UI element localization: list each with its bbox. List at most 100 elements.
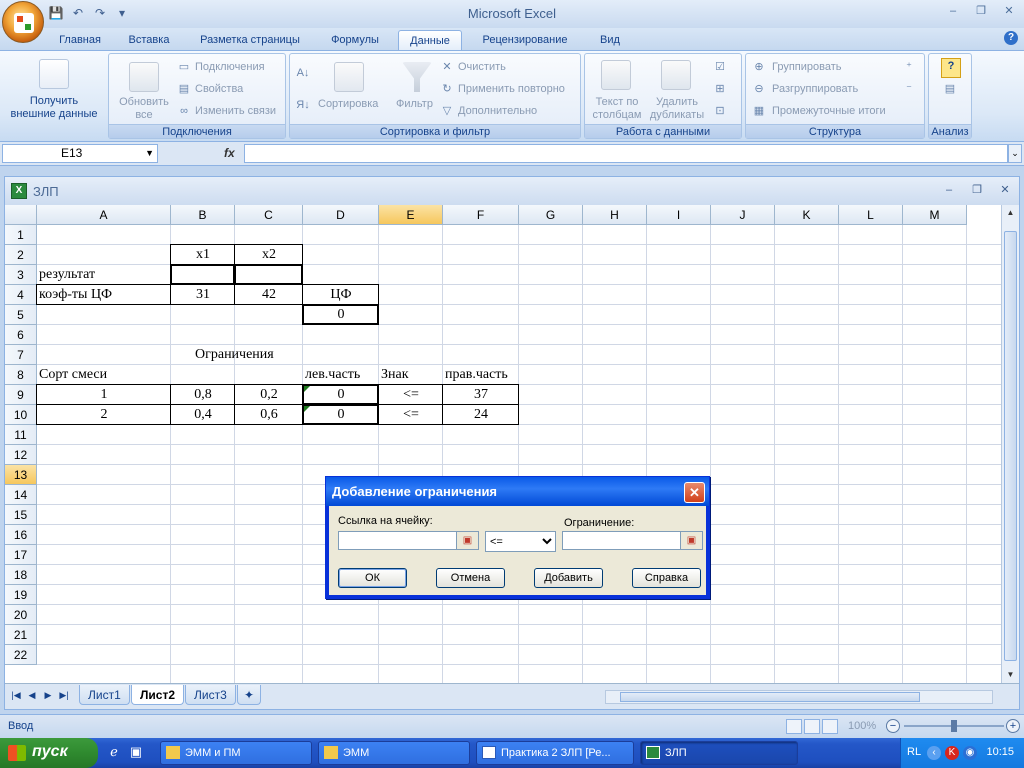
add-button[interactable]: Добавить [534,568,603,588]
refresh-all-button[interactable]: Обновить все [111,96,177,122]
tab-home[interactable]: Главная [50,30,110,50]
sheet-tab-1[interactable]: Лист1 [79,685,130,705]
cell-e8[interactable]: Знак [381,365,409,385]
operator-select[interactable]: <= [485,531,556,552]
cell-ref-collapse-icon[interactable]: ▣ [456,532,478,549]
sheet-tab-3[interactable]: Лист3 [185,685,236,705]
edit-links-button[interactable]: Изменить связи [195,105,276,117]
column-header-f[interactable]: F [443,205,519,225]
hide-detail-icon[interactable]: ⁻ [902,82,916,96]
task-zlp[interactable]: ЗЛП [640,741,798,765]
restore-icon[interactable]: ❐ [974,4,988,18]
zoom-level[interactable]: 100% [848,720,876,732]
filter-button[interactable]: Фильтр [396,98,433,110]
column-header-a[interactable]: A [37,205,171,225]
subtotal-button[interactable]: Промежуточные итоги [772,105,886,117]
row-header-21[interactable]: 21 [5,625,37,645]
get-external-data-button[interactable]: Получить внешние данные [2,95,106,121]
sort-button[interactable]: Сортировка [318,98,378,110]
row-header-9[interactable]: 9 [5,385,37,405]
properties-button[interactable]: Свойства [195,83,243,95]
show-detail-icon[interactable]: ⁺ [902,60,916,74]
scroll-down-icon[interactable]: ▼ [1004,669,1017,681]
reapply-button[interactable]: Применить повторно [458,83,565,95]
tray-arrow-icon[interactable]: ‹ [927,746,941,760]
row-header-7[interactable]: 7 [5,345,37,365]
cell-d9[interactable]: 0 [303,385,379,405]
cell-b9[interactable]: 0,8 [171,385,235,405]
vertical-scroll-thumb[interactable] [1004,231,1017,661]
ungroup-button[interactable]: Разгруппировать [772,83,858,95]
start-button[interactable]: пуск [0,738,98,768]
show-desktop-icon[interactable]: ▣ [128,744,144,760]
row-header-1[interactable]: 1 [5,225,37,245]
constraint-collapse-icon[interactable]: ▣ [680,532,702,549]
zoom-out-icon[interactable]: − [886,719,900,733]
cell-d8[interactable]: лев.часть [305,365,360,385]
ie-icon[interactable]: ℯ [106,744,122,760]
sheet-tab-2[interactable]: Лист2 [131,685,185,705]
row-header-6[interactable]: 6 [5,325,37,345]
name-box-dropdown-icon[interactable]: ▼ [145,145,154,162]
cell-ref-input[interactable]: ▣ [338,531,479,550]
column-header-b[interactable]: B [171,205,235,225]
text-to-columns-button[interactable]: Текст по столбцам [587,96,647,122]
normal-view-icon[interactable] [786,719,802,734]
tray-app-icon[interactable]: ◉ [963,746,977,760]
cell-d4[interactable]: ЦФ [303,285,379,305]
task-emm-pm[interactable]: ЭММ и ПМ [160,741,312,765]
formula-input[interactable] [244,144,1008,163]
row-header-12[interactable]: 12 [5,445,37,465]
cell-d10[interactable]: 0 [303,405,379,425]
row-header-17[interactable]: 17 [5,545,37,565]
remove-duplicates-button[interactable]: Удалить дубликаты [647,96,707,122]
dialog-close-icon[interactable]: ✕ [684,482,705,503]
row-header-16[interactable]: 16 [5,525,37,545]
column-header-c[interactable]: C [235,205,303,225]
row-header-19[interactable]: 19 [5,585,37,605]
row-header-22[interactable]: 22 [5,645,37,665]
row-header-3[interactable]: 3 [5,265,37,285]
row-header-20[interactable]: 20 [5,605,37,625]
row-header-15[interactable]: 15 [5,505,37,525]
cell-c2[interactable]: x2 [235,245,303,265]
row-header-5[interactable]: 5 [5,305,37,325]
row-header-4[interactable]: 4 [5,285,37,305]
column-header-d[interactable]: D [303,205,379,225]
tab-view[interactable]: Вид [590,30,630,50]
cell-a8[interactable]: Сорт смеси [39,365,107,385]
row-header-14[interactable]: 14 [5,485,37,505]
wb-minimize-icon[interactable]: – [943,184,955,196]
constraint-input[interactable]: ▣ [562,531,703,550]
row-header-13[interactable]: 13 [5,465,37,485]
close-icon[interactable]: ✕ [1002,4,1016,18]
help-icon[interactable]: ? [1004,31,1018,45]
tab-review[interactable]: Рецензирование [472,30,578,50]
wb-restore-icon[interactable]: ❐ [971,184,983,196]
data-validation-icon[interactable]: ☑ [713,60,727,74]
cell-b10[interactable]: 0,4 [171,405,235,425]
cell-e10[interactable]: <= [379,405,443,425]
consolidate-icon[interactable]: ⊞ [713,82,727,96]
name-box[interactable]: E13 ▼ [2,144,158,163]
zoom-slider-thumb[interactable] [951,720,957,732]
task-practice[interactable]: Практика 2 ЗЛП [Ре... [476,741,634,765]
cell-a3[interactable]: результат [39,265,95,285]
cancel-button[interactable]: Отмена [436,568,505,588]
column-header-j[interactable]: J [711,205,775,225]
zoom-in-icon[interactable]: + [1006,719,1020,733]
cell-f9[interactable]: 37 [443,385,519,405]
solver-icon[interactable]: ? [941,58,961,78]
clear-button[interactable]: Очистить [458,61,506,73]
horizontal-scrollbar[interactable] [605,690,993,704]
cell-a9[interactable]: 1 [37,385,171,405]
column-header-e[interactable]: E [379,205,443,225]
row-header-8[interactable]: 8 [5,365,37,385]
first-sheet-icon[interactable]: |◀ [11,690,21,701]
cell-f10[interactable]: 24 [443,405,519,425]
column-header-k[interactable]: K [775,205,839,225]
page-break-view-icon[interactable] [822,719,838,734]
scroll-up-icon[interactable]: ▲ [1004,207,1017,219]
cell-b7[interactable]: Ограничения [195,345,274,365]
last-sheet-icon[interactable]: ▶| [59,690,69,701]
